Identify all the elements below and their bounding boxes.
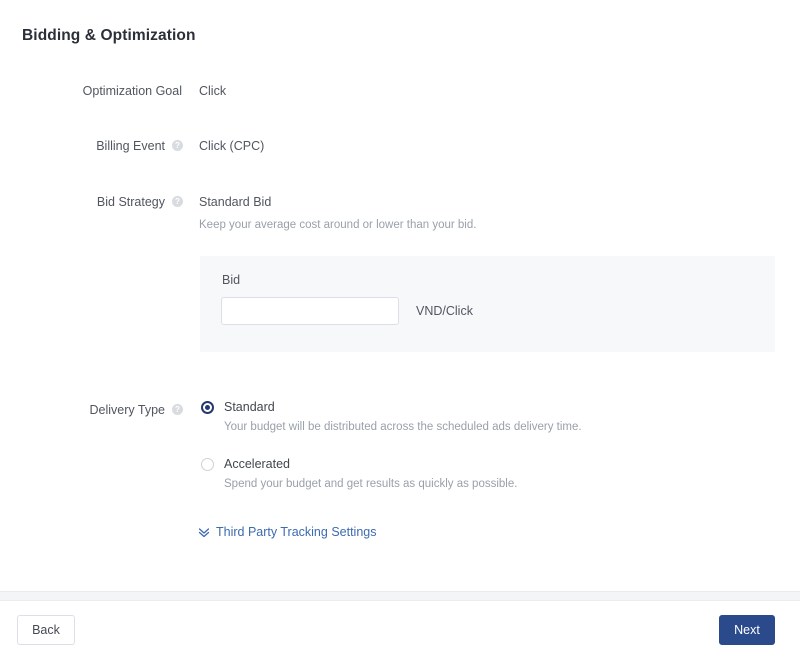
radio-option-accelerated[interactable]: Accelerated Spend your budget and get re… [199, 457, 719, 502]
delivery-type-radio-group: Standard Your budget will be distributed… [199, 400, 719, 502]
form-content: Bidding & Optimization Optimization Goal… [0, 0, 800, 591]
question-mark-icon[interactable]: ? [172, 140, 183, 151]
bid-input[interactable] [221, 297, 399, 325]
radio-description-accelerated: Spend your budget and get results as qui… [224, 478, 518, 490]
page-title: Bidding & Optimization [22, 27, 196, 44]
bid-strategy-value: Standard Bid [199, 195, 272, 209]
footer-divider [0, 591, 800, 601]
billing-event-value: Click (CPC) [199, 139, 265, 153]
bid-label: Bid [222, 273, 241, 287]
bid-strategy-hint: Keep your average cost around or lower t… [199, 219, 477, 231]
delivery-type-label: Delivery Type [89, 403, 166, 417]
optimization-goal-label: Optimization Goal [82, 84, 182, 98]
optimization-goal-value: Click [199, 84, 227, 98]
radio-indicator-selected[interactable] [201, 401, 214, 414]
radio-option-standard[interactable]: Standard Your budget will be distributed… [199, 400, 719, 457]
third-party-tracking-toggle[interactable]: Third Party Tracking Settings [198, 525, 376, 539]
footer-bar: Back Next [0, 601, 800, 661]
radio-indicator-unselected[interactable] [201, 458, 214, 471]
third-party-tracking-label: Third Party Tracking Settings [216, 525, 377, 539]
billing-event-label: Billing Event [96, 139, 165, 153]
question-mark-icon[interactable]: ? [172, 404, 183, 415]
radio-description-standard: Your budget will be distributed across t… [224, 421, 582, 433]
radio-label-standard: Standard [224, 400, 275, 414]
next-button[interactable]: Next [719, 615, 775, 645]
question-mark-icon[interactable]: ? [172, 196, 183, 207]
back-button[interactable]: Back [17, 615, 75, 645]
bid-strategy-label: Bid Strategy [96, 195, 165, 209]
radio-label-accelerated: Accelerated [224, 457, 291, 471]
bid-unit-label: VND/Click [416, 304, 473, 318]
bid-panel: Bid VND/Click [200, 256, 775, 352]
bidding-optimization-page: Bidding & Optimization Optimization Goal… [0, 0, 800, 661]
double-chevron-down-icon [198, 525, 210, 539]
